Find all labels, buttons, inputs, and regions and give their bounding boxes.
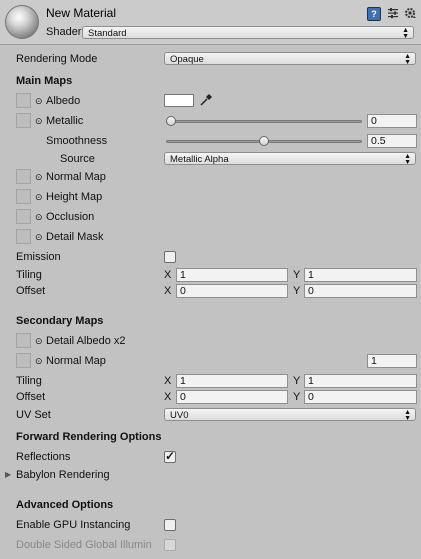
metallic-label: Metallic — [46, 115, 84, 127]
secondary-offset-label: Offset — [16, 391, 46, 403]
height-map-texture-slot[interactable] — [16, 189, 31, 204]
forward-rendering-heading: Forward Rendering Options — [16, 431, 162, 443]
object-picker-icon[interactable]: ⊙ — [35, 192, 43, 203]
normal-map-texture-slot[interactable] — [16, 169, 31, 184]
occlusion-texture-slot[interactable] — [16, 209, 31, 224]
secondary-offset-y-field[interactable]: 0 — [304, 390, 417, 404]
object-picker-icon[interactable]: ⊙ — [35, 116, 43, 127]
shader-value: Standard — [88, 28, 127, 39]
reflections-checkbox[interactable]: ✓ — [164, 449, 176, 463]
source-dropdown[interactable]: Metallic Alpha ▲ ▼ — [164, 152, 416, 166]
uv-set-dropdown[interactable]: UV0 ▲ ▼ — [164, 408, 416, 422]
advanced-options-heading: Advanced Options — [16, 499, 114, 511]
rendering-mode-value: Opaque — [170, 54, 204, 65]
albedo-label: Albedo — [46, 95, 81, 107]
rendering-mode-dropdown[interactable]: Opaque ▲ ▼ — [164, 52, 416, 66]
double-sided-gi-label: Double Sided Global Illumin — [16, 539, 152, 551]
secondary-maps-heading: Secondary Maps — [16, 315, 104, 327]
rendering-mode-label: Rendering Mode — [16, 53, 98, 65]
tiling-x-field[interactable]: 1 — [176, 268, 288, 282]
shader-label: Shader — [46, 26, 82, 38]
secondary-offset-y-label: Y — [293, 391, 301, 403]
double-sided-gi-checkbox — [164, 539, 176, 551]
material-preview-sphere — [5, 5, 39, 39]
smoothness-slider-knob[interactable] — [259, 136, 269, 146]
secondary-normal-scale-field[interactable]: 1 — [367, 354, 417, 368]
metallic-value-field[interactable]: 0 — [367, 114, 417, 128]
tiling-x-label: X — [164, 269, 172, 281]
detail-albedo-texture-slot[interactable] — [16, 333, 31, 348]
secondary-normal-map-texture-slot[interactable] — [16, 353, 31, 368]
emission-checkbox[interactable] — [164, 251, 176, 263]
tiling-label: Tiling — [16, 269, 42, 281]
smoothness-value-field[interactable]: 0.5 — [367, 134, 417, 148]
secondary-normal-map-label: Normal Map — [46, 355, 106, 367]
shader-dropdown[interactable]: Standard ▲ ▼ — [82, 26, 414, 40]
object-picker-icon[interactable]: ⊙ — [35, 356, 43, 367]
dropdown-arrow-icon: ▲ ▼ — [402, 27, 409, 40]
normal-map-label: Normal Map — [46, 171, 106, 183]
metallic-slider-knob[interactable] — [166, 116, 176, 126]
source-value: Metallic Alpha — [170, 154, 229, 165]
albedo-color-swatch[interactable] — [164, 94, 194, 107]
object-picker-icon[interactable]: ⊙ — [35, 172, 43, 183]
check-icon: ✓ — [165, 449, 176, 463]
source-label: Source — [60, 153, 95, 165]
uv-set-label: UV Set — [16, 409, 51, 421]
detail-albedo-label: Detail Albedo x2 — [46, 335, 126, 347]
albedo-texture-slot[interactable] — [16, 93, 31, 108]
reflections-label: Reflections — [16, 451, 71, 463]
secondary-tiling-x-label: X — [164, 375, 172, 387]
secondary-offset-x-field[interactable]: 0 — [176, 390, 288, 404]
offset-x-field[interactable]: 0 — [176, 284, 288, 298]
offset-y-field[interactable]: 0 — [304, 284, 417, 298]
uv-set-value: UV0 — [170, 410, 189, 421]
object-picker-icon[interactable]: ⊙ — [35, 96, 43, 107]
detail-mask-label: Detail Mask — [46, 231, 104, 243]
help-book-icon[interactable]: ? — [367, 7, 381, 21]
offset-y-label: Y — [293, 285, 301, 297]
main-maps-heading: Main Maps — [16, 75, 73, 87]
gear-icon[interactable] — [404, 7, 416, 19]
offset-label: Offset — [16, 285, 46, 297]
occlusion-label: Occlusion — [46, 211, 95, 223]
metallic-texture-slot[interactable] — [16, 113, 31, 128]
detail-mask-texture-slot[interactable] — [16, 229, 31, 244]
secondary-tiling-x-field[interactable]: 1 — [176, 374, 288, 388]
object-picker-icon[interactable]: ⊙ — [35, 336, 43, 347]
smoothness-label: Smoothness — [46, 135, 108, 147]
gpu-instancing-checkbox[interactable] — [164, 519, 176, 531]
dropdown-arrow-icon: ▲ ▼ — [404, 409, 411, 422]
gpu-instancing-label: Enable GPU Instancing — [16, 519, 131, 531]
eyedropper-icon[interactable] — [199, 93, 213, 110]
tiling-y-field[interactable]: 1 — [304, 268, 417, 282]
material-title: New Material — [46, 6, 117, 20]
secondary-tiling-label: Tiling — [16, 375, 42, 387]
secondary-offset-x-label: X — [164, 391, 172, 403]
babylon-rendering-foldout[interactable]: Babylon Rendering — [16, 469, 110, 481]
dropdown-arrow-icon: ▲ ▼ — [404, 153, 411, 166]
emission-label: Emission — [16, 251, 61, 263]
height-map-label: Height Map — [46, 191, 103, 203]
secondary-tiling-y-label: Y — [293, 375, 301, 387]
foldout-arrow-icon[interactable]: ▶ — [5, 470, 11, 479]
tiling-y-label: Y — [293, 269, 301, 281]
offset-x-label: X — [164, 285, 172, 297]
material-header: New Material Shader Standard ▲ ▼ ? — [0, 0, 421, 45]
metallic-slider-track[interactable] — [166, 120, 362, 123]
secondary-tiling-y-field[interactable]: 1 — [304, 374, 417, 388]
dropdown-arrow-icon: ▲ ▼ — [404, 53, 411, 66]
object-picker-icon[interactable]: ⊙ — [35, 232, 43, 243]
object-picker-icon[interactable]: ⊙ — [35, 212, 43, 223]
preset-sliders-icon[interactable] — [387, 7, 399, 19]
